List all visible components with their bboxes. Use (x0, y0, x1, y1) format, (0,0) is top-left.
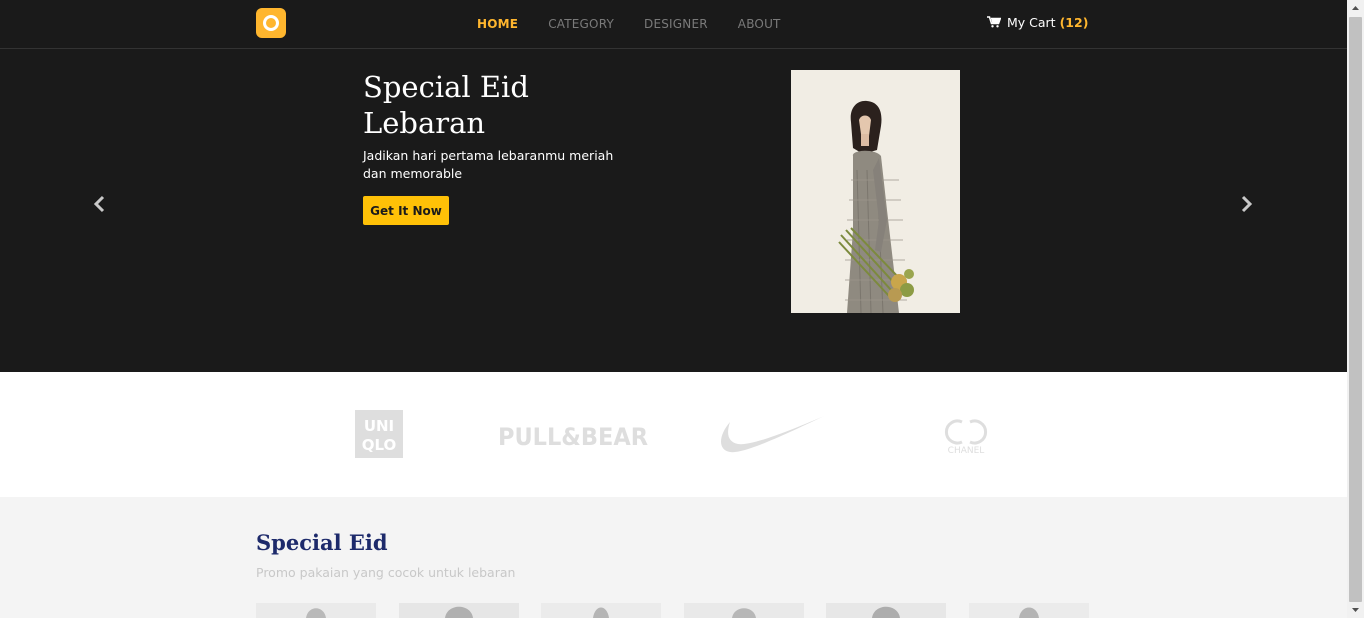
uniqlo-logo[interactable]: UNI QLO (355, 410, 403, 458)
product-card[interactable] (826, 603, 946, 618)
product-card[interactable] (684, 603, 804, 618)
cart-icon (987, 16, 1001, 28)
scroll-up-icon[interactable] (1347, 0, 1364, 17)
product-card[interactable] (541, 603, 661, 618)
nav-link-home[interactable]: HOME (477, 17, 518, 31)
pullbear-logo[interactable]: PULL&BEAR (498, 419, 650, 453)
hero-carousel: Special Eid Lebaran Jadikan hari pertama… (0, 49, 1347, 372)
nike-logo[interactable] (716, 414, 826, 456)
scroll-down-icon[interactable] (1347, 601, 1364, 618)
page-scrollbar[interactable] (1347, 0, 1364, 618)
cart-label: My Cart (1007, 14, 1056, 30)
top-navbar: HOME CATEGORY DESIGNER ABOUT My Cart (12… (0, 0, 1347, 49)
product-card[interactable] (399, 603, 519, 618)
hero-title: Special Eid Lebaran (363, 70, 529, 140)
nav-links: HOME CATEGORY DESIGNER ABOUT (477, 0, 811, 48)
hero-model-image (791, 70, 960, 313)
nav-link-category[interactable]: CATEGORY (548, 17, 614, 31)
cart-count-badge: (12) (1059, 14, 1089, 30)
section-subtitle: Promo pakaian yang cocok untuk lebaran (256, 565, 516, 580)
section-title: Special Eid (256, 530, 388, 555)
chanel-cc-icon: CHANEL (944, 419, 988, 456)
scrollbar-thumb[interactable] (1349, 17, 1362, 602)
chanel-text: CHANEL (948, 446, 985, 456)
cart-button[interactable]: My Cart (12) (987, 0, 1088, 44)
nav-link-designer[interactable]: DESIGNER (644, 17, 708, 31)
product-card[interactable] (969, 603, 1089, 618)
uniqlo-text-bottom: QLO (362, 436, 397, 454)
logo-icon[interactable] (256, 8, 286, 38)
get-it-now-button[interactable]: Get It Now (363, 196, 449, 225)
hero-subtitle: Jadikan hari pertama lebaranmu meriah da… (363, 148, 614, 181)
brand-logos: UNI QLO PULL&BEAR CHANEL (0, 372, 1347, 497)
pullbear-text: PULL&BEAR (498, 423, 648, 451)
uniqlo-text-top: UNI (364, 417, 394, 435)
chevron-left-icon[interactable] (90, 194, 110, 214)
chanel-logo[interactable]: CHANEL (938, 416, 994, 456)
nike-swoosh-icon (721, 416, 824, 453)
chevron-right-icon[interactable] (1236, 194, 1256, 214)
product-card[interactable] (256, 603, 376, 618)
nav-link-about[interactable]: ABOUT (738, 17, 781, 31)
